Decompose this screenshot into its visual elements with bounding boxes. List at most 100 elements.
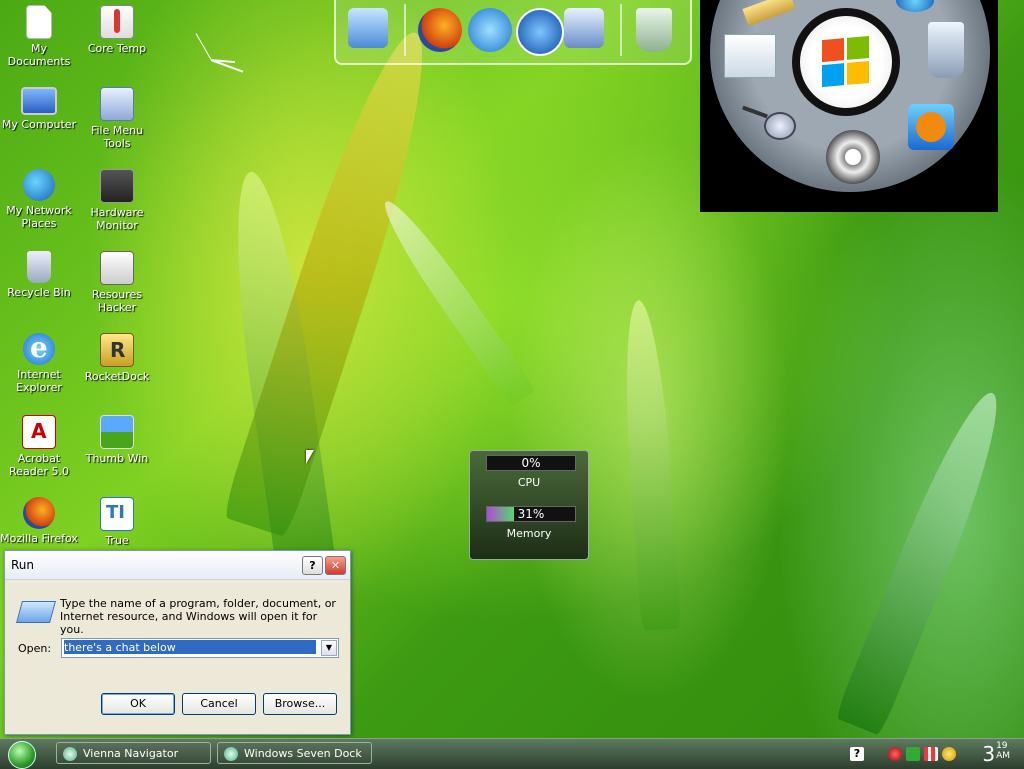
radial-dock (700, 0, 998, 212)
wallpaper-blade (618, 299, 682, 631)
security-tray-icon[interactable] (888, 747, 902, 761)
desktop-icon-label: Recycle Bin (7, 286, 71, 299)
desktop-icon-my-documents[interactable]: My Documents (0, 5, 78, 68)
chevron-down-icon[interactable]: ▼ (321, 640, 337, 656)
start-orb[interactable] (792, 8, 900, 116)
memory-bar: 31% (486, 506, 576, 522)
desktop-icon-label: Thumb Win (85, 452, 149, 465)
help-tray-icon[interactable]: ? (850, 747, 864, 761)
network-tray-icon[interactable] (924, 747, 938, 761)
status-tray-icon[interactable] (942, 747, 956, 761)
desktop-icon-label: Hardware Monitor (90, 206, 144, 232)
desktop-icon-acrobat-reader[interactable]: Acrobat Reader 5.0 (0, 415, 78, 478)
internet-explorer-icon[interactable] (468, 8, 512, 52)
clock-hour: 3 (982, 742, 996, 766)
memory-value: 31% (517, 507, 545, 521)
desktop-icon-label: Mozilla Firefox (0, 532, 78, 545)
thermometer-icon (100, 5, 134, 39)
desktop-icon-label: File Menu Tools (90, 124, 144, 150)
desktop-icon-file-menu-tools[interactable]: File Menu Tools (78, 87, 156, 150)
browse-button[interactable]: Browse... (263, 693, 337, 715)
desktop-icon-true-transparency[interactable]: True Transparency (78, 497, 156, 547)
system-tray: ? 3 19 AM (834, 739, 1024, 769)
desktop-icon-label: Acrobat Reader 5.0 (9, 452, 69, 478)
cpu-bar: 0% (486, 455, 576, 471)
taskbar-item-vienna-navigator[interactable]: Vienna Navigator (56, 742, 211, 764)
memory-label: Memory (506, 527, 552, 540)
rocketdock-icon (100, 333, 134, 367)
open-input[interactable] (64, 640, 316, 654)
cpu-value: 0% (521, 456, 541, 470)
windows-logo-icon (822, 35, 870, 88)
desktop-icon-rocketdock[interactable]: RocketDock (78, 333, 156, 383)
run-dialog-description: Type the name of a program, folder, docu… (60, 597, 336, 636)
ok-button[interactable]: OK (101, 693, 175, 715)
wallpaper-blade (834, 383, 1016, 737)
run-dialog-titlebar[interactable]: Run ? ✕ (5, 551, 350, 580)
firefox-icon[interactable] (418, 8, 462, 52)
chip-icon (100, 169, 134, 203)
run-dialog-title: Run (11, 558, 35, 572)
desktop-icon-mozilla-firefox[interactable]: Mozilla Firefox (0, 497, 78, 545)
media-player-icon[interactable] (516, 8, 564, 56)
magnifier-handle (742, 105, 768, 119)
taskbar: Vienna Navigator Windows Seven Dock ? 31… (0, 738, 1024, 769)
run-dialog: Run ? ✕ Type the name of a program, fold… (4, 550, 351, 735)
network-globe-icon (23, 169, 55, 201)
play-circle-icon (916, 112, 946, 142)
clock-minutes: 19 (996, 741, 1008, 751)
clock-widget (195, 15, 255, 85)
taskbar-item-label: Vienna Navigator (83, 747, 179, 760)
start-button[interactable] (8, 741, 36, 769)
windows-logo-yellow (847, 60, 869, 85)
media-player-icon[interactable] (908, 104, 954, 150)
acrobat-icon (22, 415, 56, 449)
open-combobox[interactable]: ▼ (61, 638, 339, 658)
magnifier-icon[interactable] (742, 105, 800, 140)
desktop-icon-hardware-monitor[interactable]: Hardware Monitor (78, 169, 156, 232)
monitor-icon[interactable] (348, 8, 388, 48)
windows-logo-red (822, 38, 844, 63)
top-dock (334, 0, 692, 65)
taskbar-item-label: Windows Seven Dock (244, 747, 362, 760)
dock-separator (620, 4, 622, 56)
taskbar-clock[interactable]: 3 19 AM (982, 741, 1010, 767)
file-tools-icon (100, 87, 134, 121)
recycle-bin-icon[interactable] (636, 8, 672, 52)
desktop-icon-label: Internet Explorer (16, 368, 62, 394)
desktop-icon-label: My Computer (1, 118, 77, 131)
control-panel-icon[interactable] (564, 8, 604, 48)
desktop-icon-thumb-win[interactable]: Thumb Win (78, 415, 156, 465)
clock-second-hand (195, 33, 212, 60)
desktop-icon-resource-hacker[interactable]: Resoures Hacker (78, 251, 156, 314)
thumbnail-icon (100, 415, 134, 449)
dock-separator (404, 4, 406, 56)
desktop-icon-my-network-places[interactable]: My Network Places (0, 169, 78, 230)
help-button[interactable]: ? (302, 556, 323, 575)
recycle-bin-icon (27, 251, 51, 283)
desktop-icon-label: Core Temp (87, 42, 147, 55)
cancel-button[interactable]: Cancel (182, 693, 256, 715)
desktop-icon-label: True Transparency (105, 534, 129, 547)
vienna-navigator-icon (63, 747, 77, 761)
close-icon[interactable]: ✕ (325, 556, 346, 575)
taskbar-item-windows-seven-dock[interactable]: Windows Seven Dock (217, 742, 372, 764)
magnifier-lens (764, 112, 796, 140)
windows-seven-dock-icon (224, 747, 238, 761)
check-tray-icon[interactable] (906, 747, 920, 761)
notes-icon[interactable] (724, 34, 776, 78)
desktop-icon-internet-explorer[interactable]: Internet Explorer (0, 331, 78, 394)
desktop-icon-recycle-bin[interactable]: Recycle Bin (0, 251, 78, 299)
desktop-icon-my-computer[interactable]: My Computer (0, 87, 78, 131)
document-icon (26, 5, 52, 39)
film-reel-icon[interactable] (826, 130, 880, 184)
hammer-icon (100, 251, 134, 285)
computer-icon (21, 87, 57, 115)
internet-explorer-icon (23, 331, 55, 365)
recycle-bin-icon[interactable] (928, 22, 964, 78)
desktop-icon-core-temp[interactable]: Core Temp (78, 5, 156, 55)
firefox-icon (23, 497, 55, 529)
open-label: Open: (18, 642, 52, 655)
desktop-icon-label: Resoures Hacker (91, 288, 143, 314)
mouse-cursor (306, 450, 314, 464)
